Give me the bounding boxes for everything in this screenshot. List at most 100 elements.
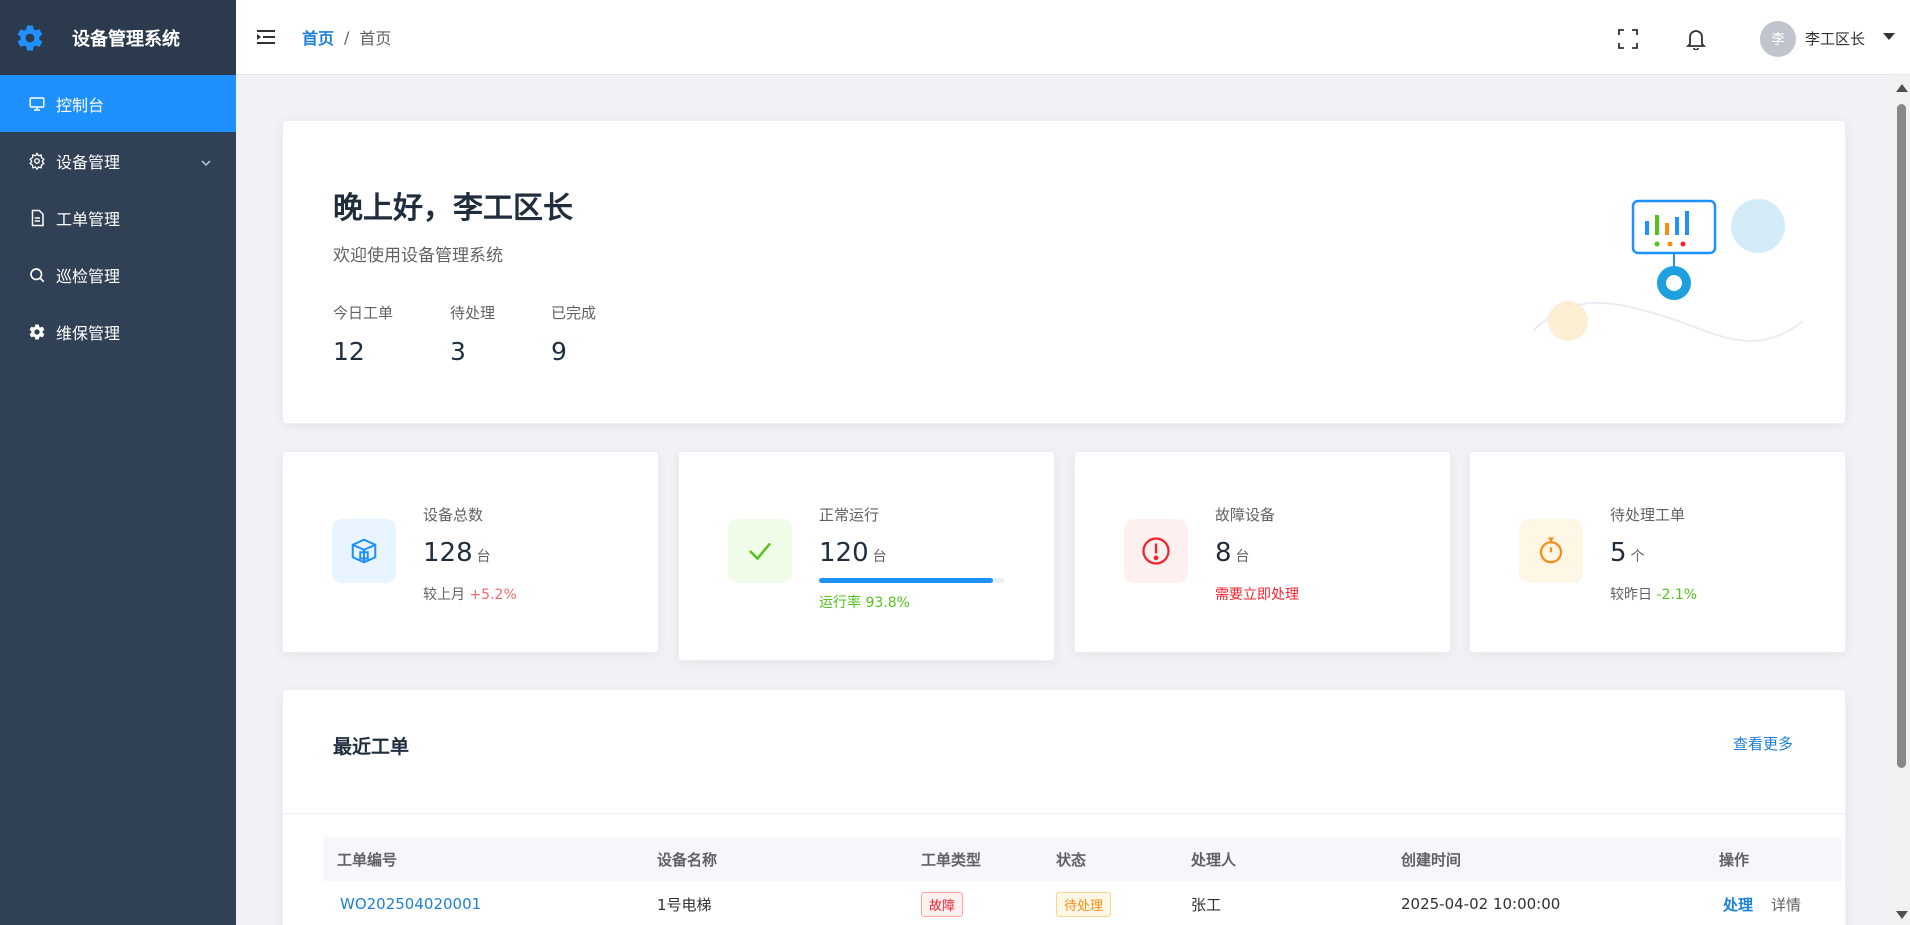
gear-icon xyxy=(14,22,46,54)
trend-value: -2.1% xyxy=(1656,587,1698,603)
stat-number: 128 xyxy=(423,538,473,568)
stat-trend: 较上月 +5.2% xyxy=(423,584,517,604)
order-id-link[interactable]: WO202504020001 xyxy=(340,881,481,925)
stat-card-faulty: 故障设备 8台 需要立即处理 xyxy=(1074,451,1451,653)
stat-value: 8台 xyxy=(1215,538,1250,568)
recent-orders-title: 最近工单 xyxy=(333,736,410,758)
user-name[interactable]: 李工区长 xyxy=(1805,28,1865,49)
stat-trend: 较昨日 -2.1% xyxy=(1610,584,1697,604)
app-logo[interactable]: 设备管理系统 xyxy=(0,0,236,75)
welcome-stat-pending: 待处理 3 xyxy=(450,302,495,366)
stat-number: 120 xyxy=(819,538,869,568)
greeting-title: 晚上好，李工区长 xyxy=(333,191,573,226)
view-more-link[interactable]: 查看更多 xyxy=(1733,733,1793,754)
type-cell: 故障 xyxy=(921,881,964,925)
bell-icon[interactable] xyxy=(1684,27,1708,51)
search-icon xyxy=(28,266,46,284)
progress-fill xyxy=(819,578,993,583)
avatar[interactable]: 李 xyxy=(1760,21,1796,57)
scroll-down-arrow-icon[interactable] xyxy=(1896,911,1908,919)
sidebar-item-label: 控制台 xyxy=(56,95,105,115)
actions-cell: 处理 详情 xyxy=(1723,881,1801,925)
running-rate: 运行率 93.8% xyxy=(819,595,910,611)
stat-card-total-devices: 设备总数 128 台 较上月 +5.2% xyxy=(282,451,659,653)
stat-label: 故障设备 xyxy=(1215,506,1276,524)
stat-unit: 台 xyxy=(476,549,491,565)
stat-label: 待处理工单 xyxy=(1610,506,1686,524)
stat-unit: 个 xyxy=(1630,549,1645,565)
stat-value: 120 台 xyxy=(819,538,887,568)
order-type-tag: 故障 xyxy=(921,891,964,917)
app-title: 设备管理系统 xyxy=(72,28,180,50)
sidebar-item-label: 设备管理 xyxy=(56,152,121,172)
stat-card-pending-orders: 待处理工单 5个 较昨日 -2.1% xyxy=(1469,451,1846,653)
stat-number: 8 xyxy=(1215,538,1232,568)
fault-warning: 需要立即处理 xyxy=(1215,587,1299,603)
table-row: WO202504020001 1号电梯 故障 待处理 张工 2025-04-02… xyxy=(323,881,1841,925)
welcome-stat-completed: 已完成 9 xyxy=(551,302,596,366)
breadcrumb: 首页 / 首页 xyxy=(302,25,391,49)
column-header: 创建时间 xyxy=(1401,850,1462,869)
document-icon xyxy=(28,209,46,227)
trend-value: +5.2% xyxy=(469,587,517,603)
menu-toggle-icon[interactable] xyxy=(256,26,278,48)
running-progress-bar xyxy=(819,578,1004,583)
sidebar-item-label: 维保管理 xyxy=(56,323,121,343)
column-header: 操作 xyxy=(1719,850,1750,869)
alert-circle-icon xyxy=(1124,519,1188,583)
sidebar: 设备管理系统 控制台 设备管理 工单管理 巡检管理 维保管理 xyxy=(0,0,236,925)
column-header: 工单编号 xyxy=(337,850,398,869)
stat-value: 5个 xyxy=(1610,538,1645,568)
detail-button[interactable]: 详情 xyxy=(1771,894,1801,915)
status-badge: 待处理 xyxy=(1056,891,1112,917)
stat-label: 设备总数 xyxy=(423,506,484,524)
welcome-stat-label: 待处理 xyxy=(450,304,496,322)
fullscreen-icon[interactable] xyxy=(1616,27,1640,51)
handler-name: 张工 xyxy=(1191,895,1222,914)
monitor-icon xyxy=(28,95,46,113)
welcome-stat-label: 今日工单 xyxy=(333,304,394,322)
stat-number: 5 xyxy=(1610,538,1627,568)
orders-table: 工单编号 设备名称 工单类型 状态 处理人 创建时间 操作 WO20250402… xyxy=(323,837,1841,925)
recent-orders-card: 最近工单 查看更多 工单编号 设备名称 工单类型 状态 处理人 创建时间 操作 … xyxy=(282,689,1846,925)
stat-unit: 台 xyxy=(872,549,887,565)
breadcrumb-home-link[interactable]: 首页 xyxy=(302,25,334,49)
sidebar-item-devices[interactable]: 设备管理 xyxy=(0,132,236,189)
welcome-subtitle: 欢迎使用设备管理系统 xyxy=(333,246,503,266)
process-button[interactable]: 处理 xyxy=(1723,894,1753,915)
sidebar-item-work-orders[interactable]: 工单管理 xyxy=(0,189,236,246)
scroll-up-arrow-icon[interactable] xyxy=(1896,84,1908,92)
top-header: 首页 / 首页 李 李工区长 xyxy=(236,0,1910,75)
column-header: 设备名称 xyxy=(657,850,718,869)
gear-outline-icon xyxy=(28,151,46,170)
sidebar-item-maintenance[interactable]: 维保管理 xyxy=(0,303,236,360)
breadcrumb-separator: / xyxy=(344,27,350,47)
welcome-stat-label: 已完成 xyxy=(551,304,597,322)
divider xyxy=(283,813,1845,814)
column-header: 处理人 xyxy=(1191,850,1237,869)
scroll-thumb[interactable] xyxy=(1897,104,1906,768)
status-cell: 待处理 xyxy=(1056,881,1112,925)
dashboard-illustration xyxy=(1533,199,1803,342)
sidebar-item-label: 工单管理 xyxy=(56,209,121,229)
check-icon xyxy=(728,519,792,583)
column-header: 工单类型 xyxy=(921,850,982,869)
device-name: 1号电梯 xyxy=(657,895,712,914)
table-header: 工单编号 设备名称 工单类型 状态 处理人 创建时间 操作 xyxy=(323,837,1841,881)
welcome-stat-value: 3 xyxy=(450,337,466,366)
chevron-down-icon xyxy=(200,154,212,173)
trend-label: 较上月 xyxy=(423,587,465,603)
welcome-stat-value: 9 xyxy=(551,337,567,366)
stopwatch-icon xyxy=(1519,519,1583,583)
stat-card-running: 正常运行 120 台 运行率 93.8% xyxy=(678,451,1055,661)
caret-down-icon[interactable] xyxy=(1883,33,1895,40)
sidebar-item-inspection[interactable]: 巡检管理 xyxy=(0,246,236,303)
stat-unit: 台 xyxy=(1235,549,1250,565)
box-icon xyxy=(332,519,396,583)
column-header: 状态 xyxy=(1056,850,1087,869)
page-scrollbar[interactable] xyxy=(1893,78,1910,925)
welcome-stat-today: 今日工单 12 xyxy=(333,302,393,366)
sidebar-item-dashboard[interactable]: 控制台 xyxy=(0,75,236,132)
trend-label: 较昨日 xyxy=(1610,587,1652,603)
welcome-stat-value: 12 xyxy=(333,337,365,366)
